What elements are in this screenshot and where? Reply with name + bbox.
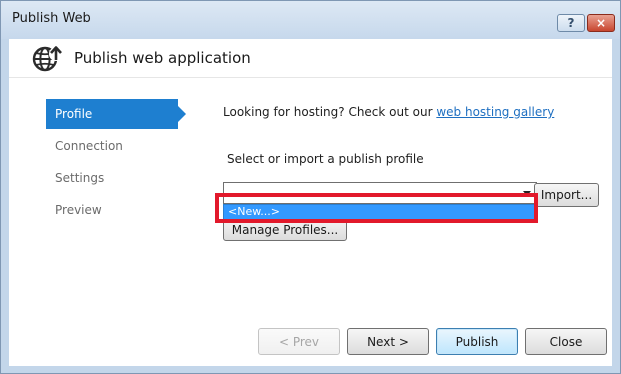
select-profile-label: Select or import a publish profile <box>227 152 424 166</box>
dialog-content: Publish web application Profile Connecti… <box>9 39 612 366</box>
prev-button[interactable]: < Prev <box>258 328 340 355</box>
publish-web-dialog: Publish Web ? × Publish web application … <box>0 0 621 374</box>
wizard-nav: Profile Connection Settings Preview <box>46 99 186 227</box>
nav-item-settings[interactable]: Settings <box>46 163 186 193</box>
next-button[interactable]: Next > <box>347 328 429 355</box>
import-button[interactable]: Import... <box>534 183 599 207</box>
hosting-prompt-text: Looking for hosting? Check out our <box>223 105 437 119</box>
window-close-button[interactable]: × <box>587 14 615 32</box>
close-button[interactable]: Close <box>525 328 607 355</box>
chevron-down-icon[interactable] <box>523 191 531 196</box>
page-title: Publish web application <box>74 49 251 67</box>
nav-item-connection[interactable]: Connection <box>46 131 186 161</box>
manage-profiles-button[interactable]: Manage Profiles... <box>223 217 347 241</box>
hosting-prompt: Looking for hosting? Check out our web h… <box>223 105 554 119</box>
nav-item-preview[interactable]: Preview <box>46 195 186 225</box>
dropdown-option-new[interactable]: <New...> <box>223 204 537 220</box>
web-hosting-gallery-link[interactable]: web hosting gallery <box>436 105 554 119</box>
title-bar: Publish Web ? × <box>1 1 620 39</box>
window-title: Publish Web <box>12 11 91 26</box>
globe-publish-icon <box>32 46 63 72</box>
nav-item-profile[interactable]: Profile <box>46 99 186 129</box>
help-button[interactable]: ? <box>557 14 585 32</box>
publish-profile-combobox[interactable] <box>223 182 537 204</box>
header-band: Publish web application <box>9 39 612 78</box>
publish-button[interactable]: Publish <box>436 328 518 355</box>
